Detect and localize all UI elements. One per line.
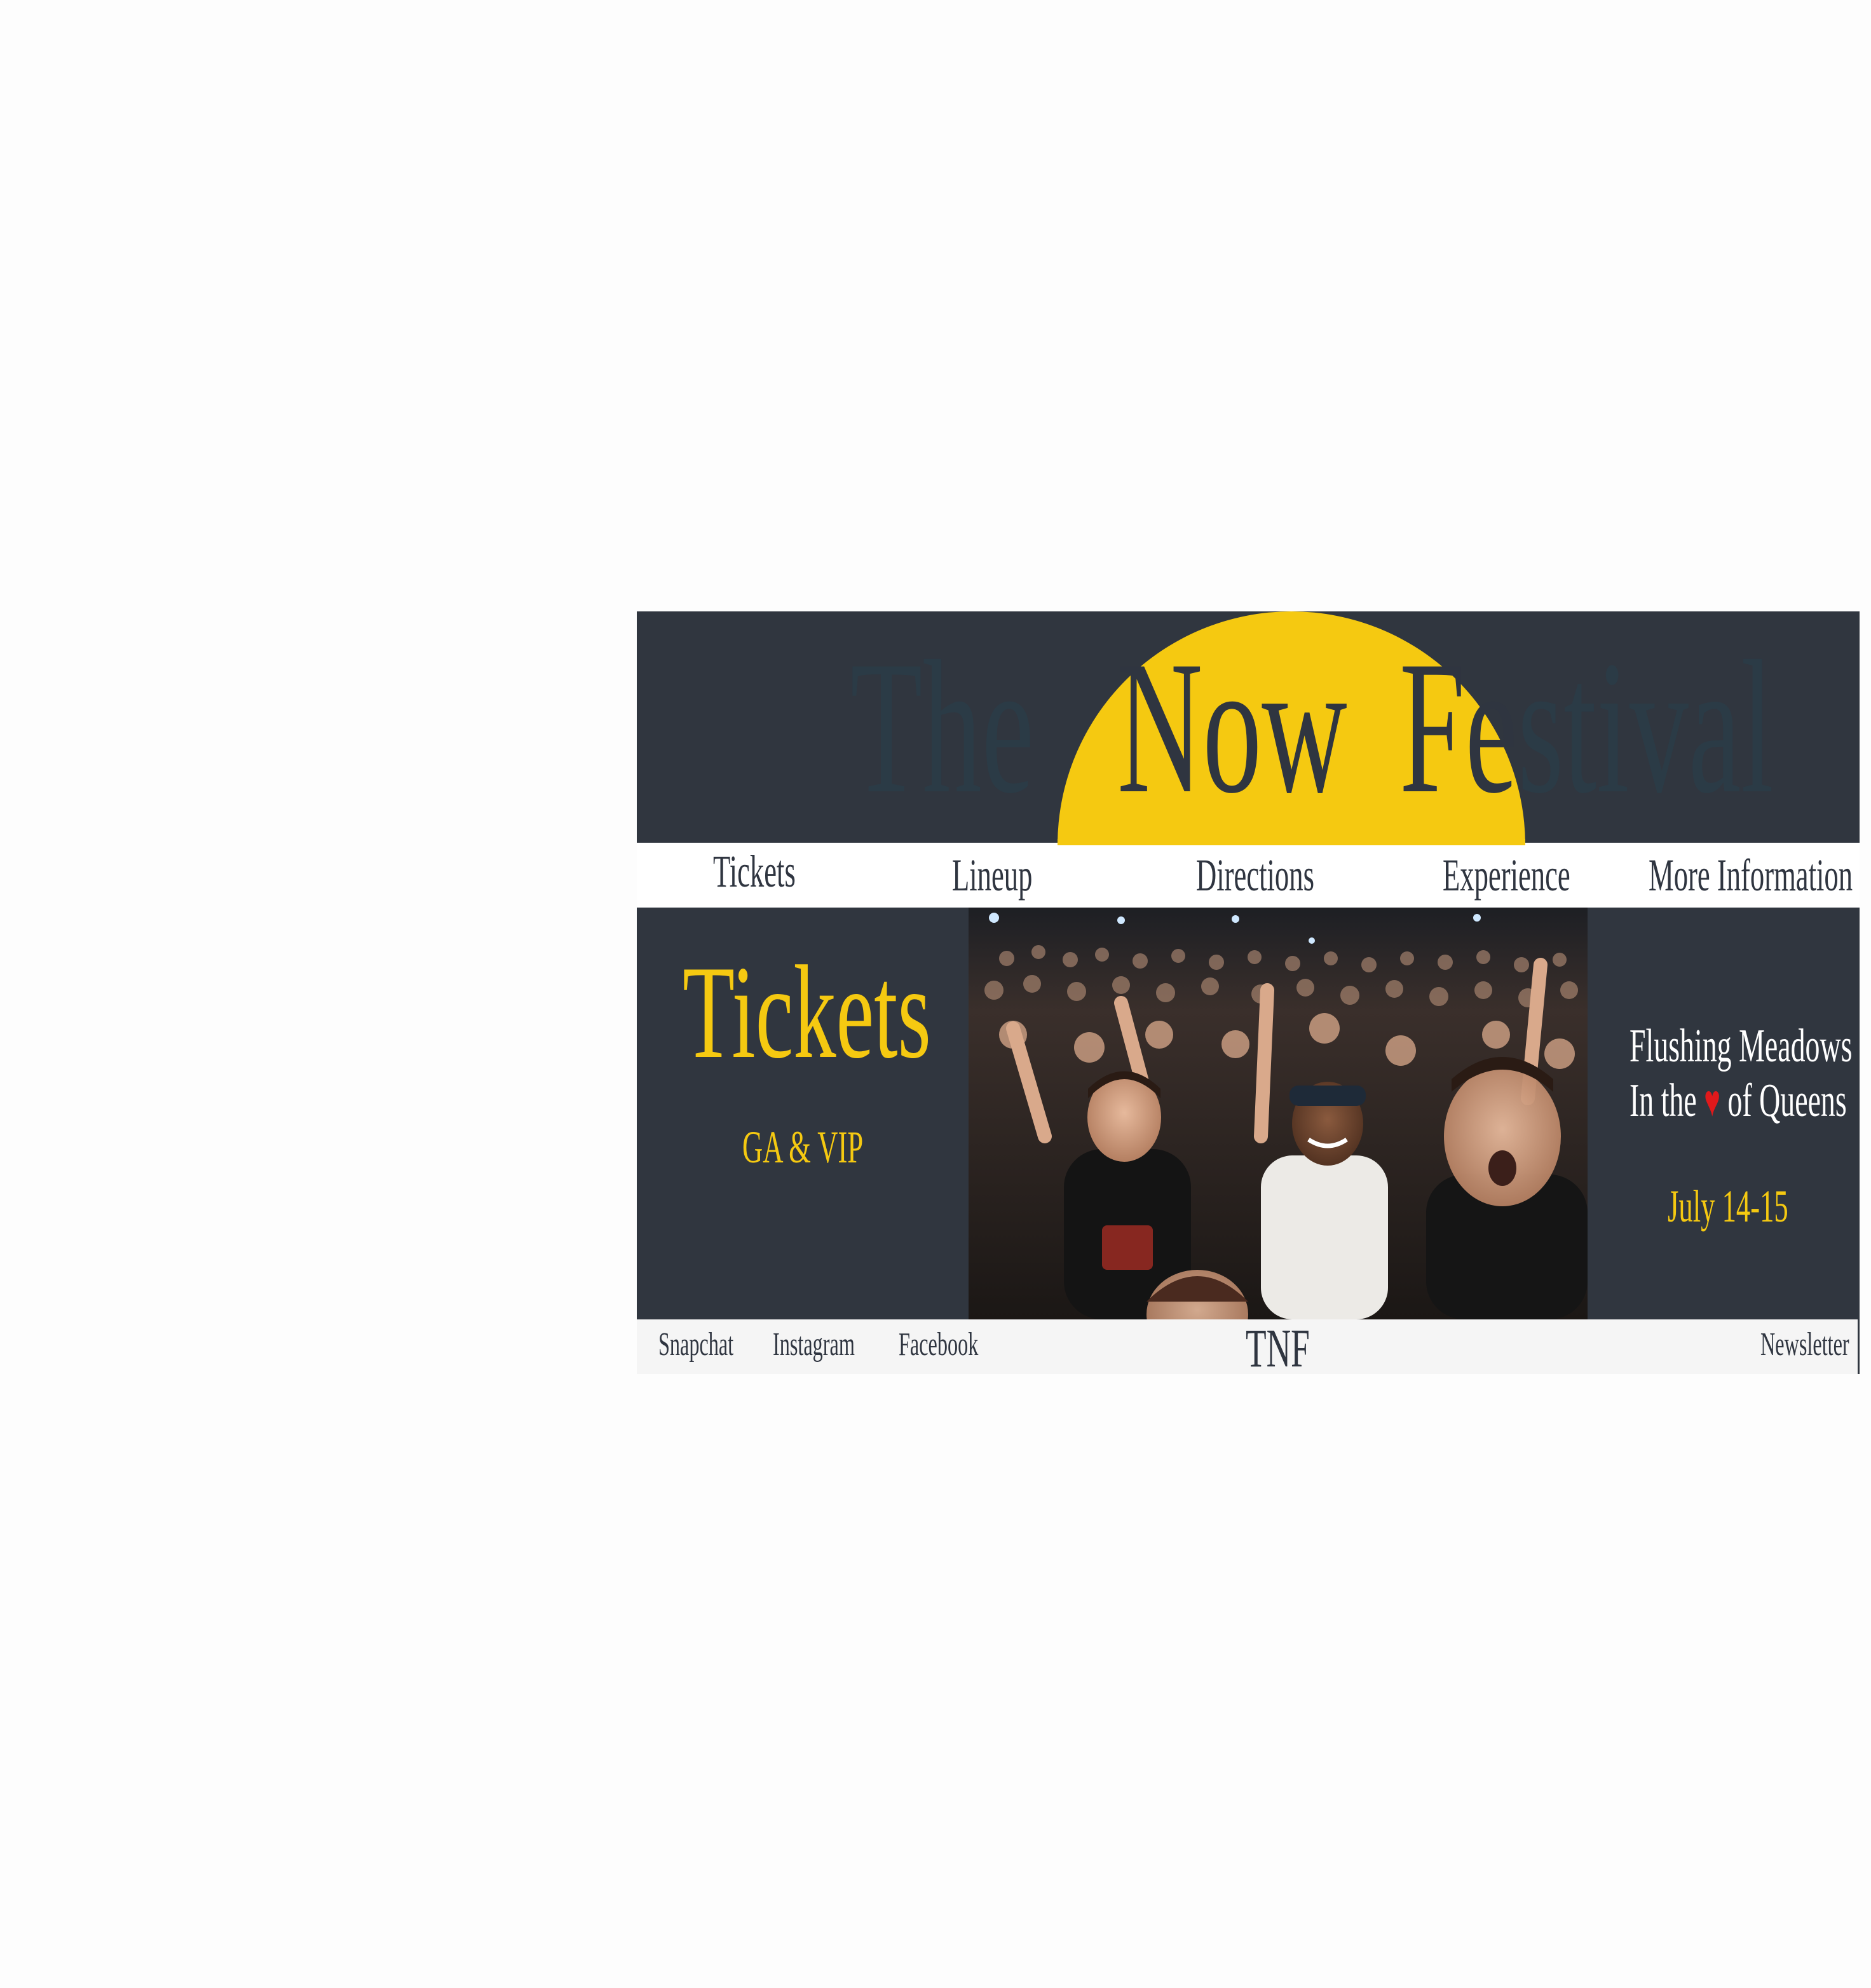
footer-link-instagram[interactable]: Instagram (773, 1327, 855, 1363)
main-content: Tickets GA & VIP Flushing Meadows In the… (637, 908, 1860, 1319)
nav-item-more-information[interactable]: More Information (1649, 852, 1853, 899)
sun-graphic-base (1058, 839, 1525, 845)
title-word-now: Now (1117, 622, 1347, 833)
location-line-2: In the ♥ of Queens (1629, 1075, 1847, 1127)
location-panel: Flushing Meadows In the ♥ of Queens July… (1588, 908, 1860, 1319)
crowd-photo (969, 908, 1588, 1319)
footer: Snapchat Instagram Facebook TNF Newslett… (637, 1319, 1860, 1375)
footer-link-facebook[interactable]: Facebook (899, 1327, 978, 1363)
nav-item-lineup[interactable]: Lineup (952, 852, 1032, 899)
nav-item-experience[interactable]: Experience (1443, 852, 1570, 899)
location-line-1: Flushing Meadows (1629, 1020, 1853, 1072)
footer-logo[interactable]: TNF (1246, 1321, 1310, 1375)
tickets-panel: Tickets GA & VIP (637, 908, 967, 1319)
festival-dates: July 14-15 (1668, 1181, 1788, 1232)
footer-link-newsletter[interactable]: Newsletter (1760, 1327, 1849, 1363)
tickets-heading[interactable]: Tickets (683, 946, 931, 1079)
nav-item-directions[interactable]: Directions (1196, 852, 1314, 899)
nav-item-tickets[interactable]: Tickets (713, 848, 796, 895)
title-festival-part-1: Fe (1399, 622, 1518, 833)
title-word-festival: Festival (1399, 632, 1774, 822)
footer-link-snapchat[interactable]: Snapchat (658, 1327, 733, 1363)
title-festival-part-2: stival (1518, 622, 1774, 833)
tickets-subheading: GA & VIP (742, 1122, 864, 1173)
location-line-2-after: of Queens (1727, 1075, 1847, 1127)
location-line-2-before: In the (1629, 1075, 1697, 1127)
hero-banner: The Now Festival (637, 611, 1860, 843)
main-nav: Tickets Lineup Directions Experience Mor… (637, 839, 1860, 908)
title-word-the: The (850, 622, 1035, 833)
heart-icon: ♥ (1704, 1077, 1720, 1126)
